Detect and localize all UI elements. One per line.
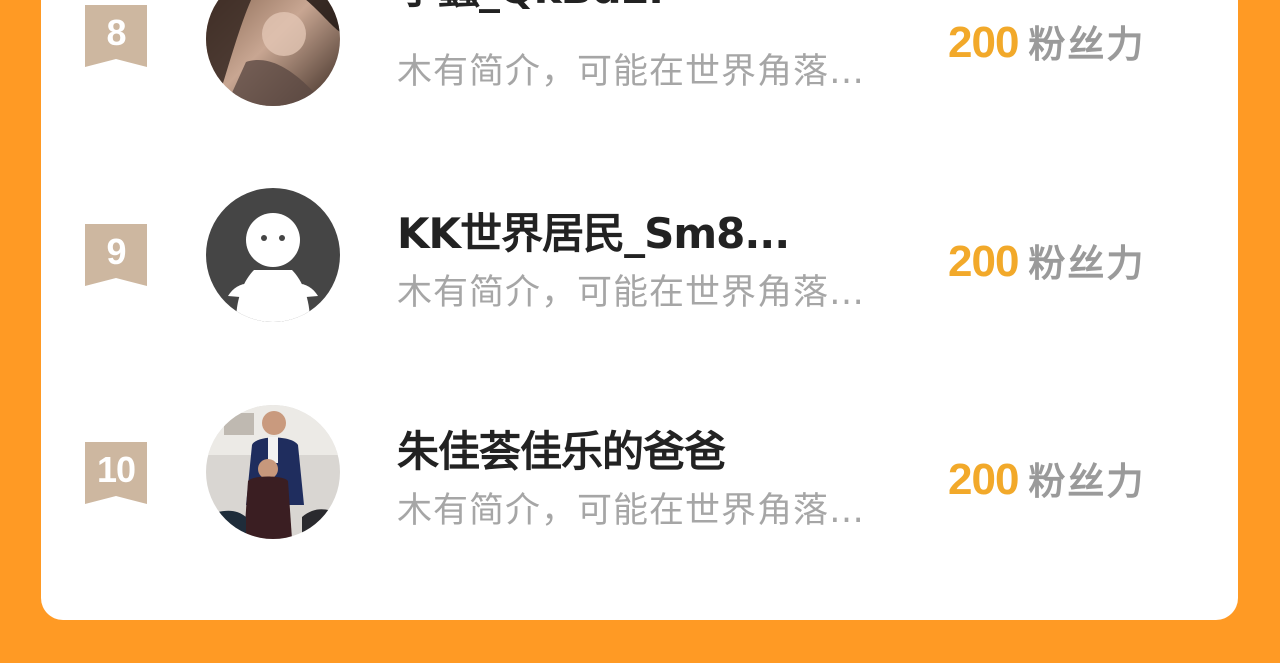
rank-badge: 9 <box>85 224 147 286</box>
rank-badge: 8 <box>85 5 147 67</box>
score-unit: 粉丝力 <box>1028 460 1146 503</box>
avatar[interactable] <box>206 405 340 539</box>
rank-badge: 10 <box>85 442 147 504</box>
leaderboard-row[interactable]: 10 朱佳荟佳乐的爸爸 木有简介，可能在世界角落… 200 粉丝力 <box>0 405 1280 545</box>
score-number: 200 <box>948 18 1019 67</box>
rank-number: 8 <box>106 12 126 53</box>
fan-power-score: 200 粉丝力 <box>948 233 1145 287</box>
default-user-avatar-icon <box>206 188 340 322</box>
avatar[interactable] <box>206 188 340 322</box>
rank-number: 9 <box>106 231 126 272</box>
user-bio: 木有简介，可能在世界角落… <box>397 273 866 313</box>
user-photo-avatar <box>206 0 340 106</box>
avatar[interactable] <box>206 0 340 106</box>
leaderboard-row[interactable]: 9 KK世界居民_Sm8... 木有简介，可能在世界角落… 200 粉丝力 <box>0 188 1280 328</box>
fan-power-score: 200 粉丝力 <box>948 451 1145 505</box>
leaderboard-row[interactable]: 8 小蠢_QkBd2r 木有简介，可能在世界角落… 20 <box>0 0 1280 112</box>
user-photo-avatar <box>206 405 340 539</box>
page: 8 小蠢_QkBd2r 木有简介，可能在世界角落… 20 <box>0 0 1280 663</box>
user-bio: 木有简介，可能在世界角落… <box>397 52 866 92</box>
score-unit: 粉丝力 <box>1028 23 1146 66</box>
rank-number: 10 <box>96 449 136 490</box>
user-name[interactable]: KK世界居民_Sm8... <box>397 209 790 259</box>
fan-power-score: 200 粉丝力 <box>948 14 1145 68</box>
score-number: 200 <box>948 237 1019 286</box>
score-number: 200 <box>948 455 1019 504</box>
user-name[interactable]: 朱佳荟佳乐的爸爸 <box>397 427 726 477</box>
user-name[interactable]: 小蠢_QkBd2r <box>397 0 670 14</box>
user-bio: 木有简介，可能在世界角落… <box>397 491 866 531</box>
score-unit: 粉丝力 <box>1028 242 1146 285</box>
